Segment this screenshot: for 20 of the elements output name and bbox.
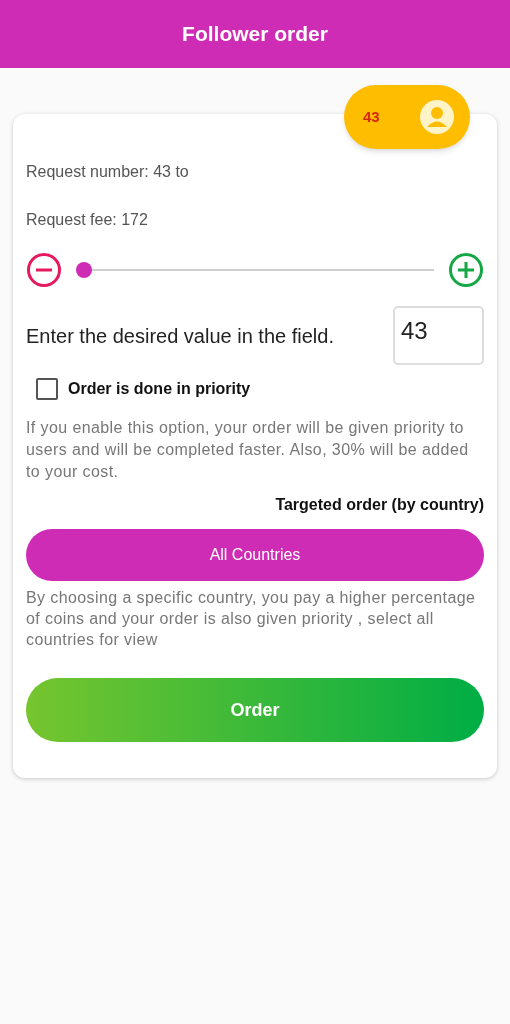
order-button[interactable]: Order (26, 678, 484, 742)
priority-note: If you enable this option, your order will be given priority to users and will be completed faster. Also, 30% will be added to your cost. (26, 418, 470, 482)
priority-label: Order is done in priority (68, 379, 251, 399)
slider-thumb[interactable] (76, 262, 92, 278)
targeted-label: Targeted order (by country) (275, 495, 484, 515)
user-icon (420, 100, 454, 134)
minus-button[interactable] (26, 252, 62, 288)
countries-button[interactable]: All Countries (26, 529, 484, 581)
targeted-note: By choosing a specific country, you pay a higher percentage of coins and your order is also given priority , select all countries for view (26, 588, 477, 650)
plus-button[interactable] (448, 252, 484, 288)
value-prompt: Enter the desired value in the field. (26, 323, 334, 349)
request-number: Request number: 43 to (26, 162, 190, 182)
plus-icon (448, 252, 484, 288)
minus-icon (26, 252, 62, 288)
balance-count: 43 (363, 106, 380, 127)
balance-badge[interactable]: 43 (344, 85, 470, 149)
value-field[interactable]: 43 (393, 306, 484, 365)
request-fee: Request fee: 172 (26, 210, 149, 230)
priority-checkbox[interactable] (36, 378, 58, 400)
page-title: Follower order (182, 21, 328, 48)
